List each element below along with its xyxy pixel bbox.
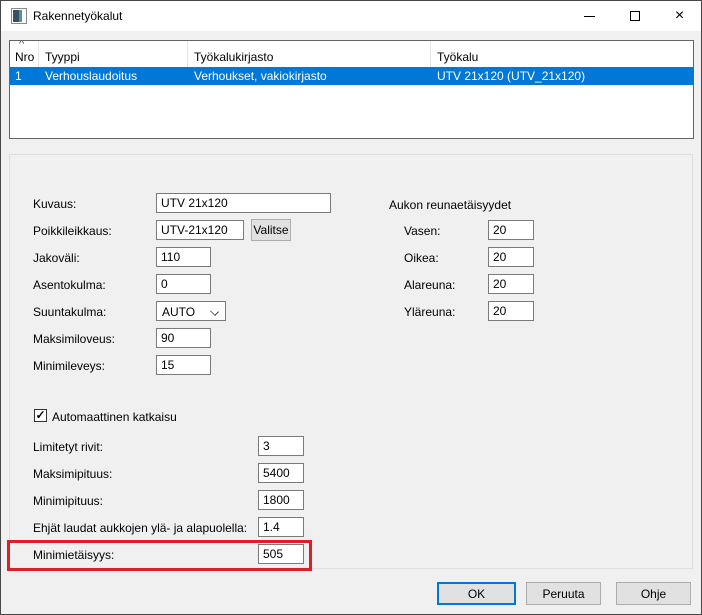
oikea-label: Oikea:: [404, 251, 439, 265]
minimipituus-input[interactable]: [258, 490, 304, 510]
poikkileikkaus-input[interactable]: [156, 220, 244, 240]
vasen-label: Vasen:: [404, 224, 440, 238]
column-header-tyyppi[interactable]: Tyyppi: [39, 41, 188, 67]
suuntakulma-select[interactable]: AUTO: [156, 301, 226, 321]
aukon-reunaetaisyydet-title: Aukon reunaetäisyydet: [389, 198, 511, 212]
tool-list: ^ Nro Tyyppi Työkalukirjasto Työkalu 1 V…: [9, 40, 694, 139]
automaattinen-katkaisu-label: Automaattinen katkaisu: [52, 410, 177, 424]
oikea-input[interactable]: [488, 247, 534, 267]
suuntakulma-label: Suuntakulma:: [33, 305, 106, 319]
ehjat-laudat-input[interactable]: [258, 517, 304, 537]
tool-list-header: ^ Nro Tyyppi Työkalukirjasto Työkalu: [10, 41, 693, 67]
cell-tyokalu: UTV 21x120 (UTV_21x120): [431, 67, 693, 85]
minimize-button[interactable]: [567, 1, 612, 31]
limitetyt-rivit-input[interactable]: [258, 436, 304, 456]
ylareuna-label: Yläreuna:: [404, 305, 455, 319]
vasen-input[interactable]: [488, 220, 534, 240]
cell-tyokalukirjasto: Verhoukset, vakiokirjasto: [188, 67, 431, 85]
suuntakulma-selected-value: AUTO: [162, 305, 195, 319]
minimileveys-input[interactable]: [156, 355, 211, 375]
app-icon: [11, 8, 27, 24]
minimileveys-label: Minimileveys:: [33, 359, 105, 373]
check-icon: ✓: [35, 408, 45, 422]
maximize-button[interactable]: [612, 1, 657, 31]
minimize-icon: [584, 16, 595, 17]
window-title: Rakennetyökalut: [33, 1, 122, 31]
ylareuna-input[interactable]: [488, 301, 534, 321]
maximize-icon: [630, 11, 640, 21]
ehjat-laudat-label: Ehjät laudat aukkojen ylä- ja alapuolell…: [33, 521, 247, 535]
column-header-tyokalu[interactable]: Työkalu: [431, 41, 693, 67]
dialog-rakennetyokalut: Rakennetyökalut × ^ Nro Tyyppi Työkaluki…: [0, 0, 702, 615]
help-button[interactable]: Ohje: [616, 582, 691, 605]
cell-nro: 1: [10, 67, 39, 85]
jakovali-label: Jakoväli:: [33, 251, 80, 265]
red-highlight-rectangle: [7, 540, 312, 571]
ok-button[interactable]: OK: [437, 582, 516, 605]
maksimiloveus-label: Maksimiloveus:: [33, 332, 115, 346]
kuvaus-label: Kuvaus:: [33, 197, 76, 211]
asentokulma-label: Asentokulma:: [33, 278, 106, 292]
close-button[interactable]: ×: [657, 1, 702, 31]
table-row-selected[interactable]: 1 Verhouslaudoitus Verhoukset, vakiokirj…: [10, 67, 693, 85]
title-bar[interactable]: Rakennetyökalut ×: [1, 1, 701, 31]
limitetyt-rivit-label: Limitetyt rivit:: [33, 440, 103, 454]
valitse-button[interactable]: Valitse: [251, 219, 291, 241]
kuvaus-input[interactable]: [156, 193, 331, 213]
sort-asc-icon: ^: [19, 41, 24, 50]
asentokulma-input[interactable]: [156, 274, 211, 294]
minimipituus-label: Minimipituus:: [33, 494, 103, 508]
poikkileikkaus-label: Poikkileikkaus:: [33, 224, 112, 238]
column-header-tyokalukirjasto[interactable]: Työkalukirjasto: [188, 41, 431, 67]
column-header-nro[interactable]: ^ Nro: [10, 41, 39, 67]
maksimiloveus-input[interactable]: [156, 328, 211, 348]
maksimipituus-input[interactable]: [258, 463, 304, 483]
alareuna-input[interactable]: [488, 274, 534, 294]
cancel-button[interactable]: Peruuta: [526, 582, 601, 605]
close-icon: ×: [675, 8, 684, 24]
maksimipituus-label: Maksimipituus:: [33, 467, 112, 481]
alareuna-label: Alareuna:: [404, 278, 455, 292]
chevron-down-icon: [210, 307, 219, 316]
jakovali-input[interactable]: [156, 247, 211, 267]
cell-tyyppi: Verhouslaudoitus: [39, 67, 188, 85]
automaattinen-katkaisu-checkbox[interactable]: ✓: [34, 409, 47, 422]
form-group-box: [9, 154, 693, 569]
